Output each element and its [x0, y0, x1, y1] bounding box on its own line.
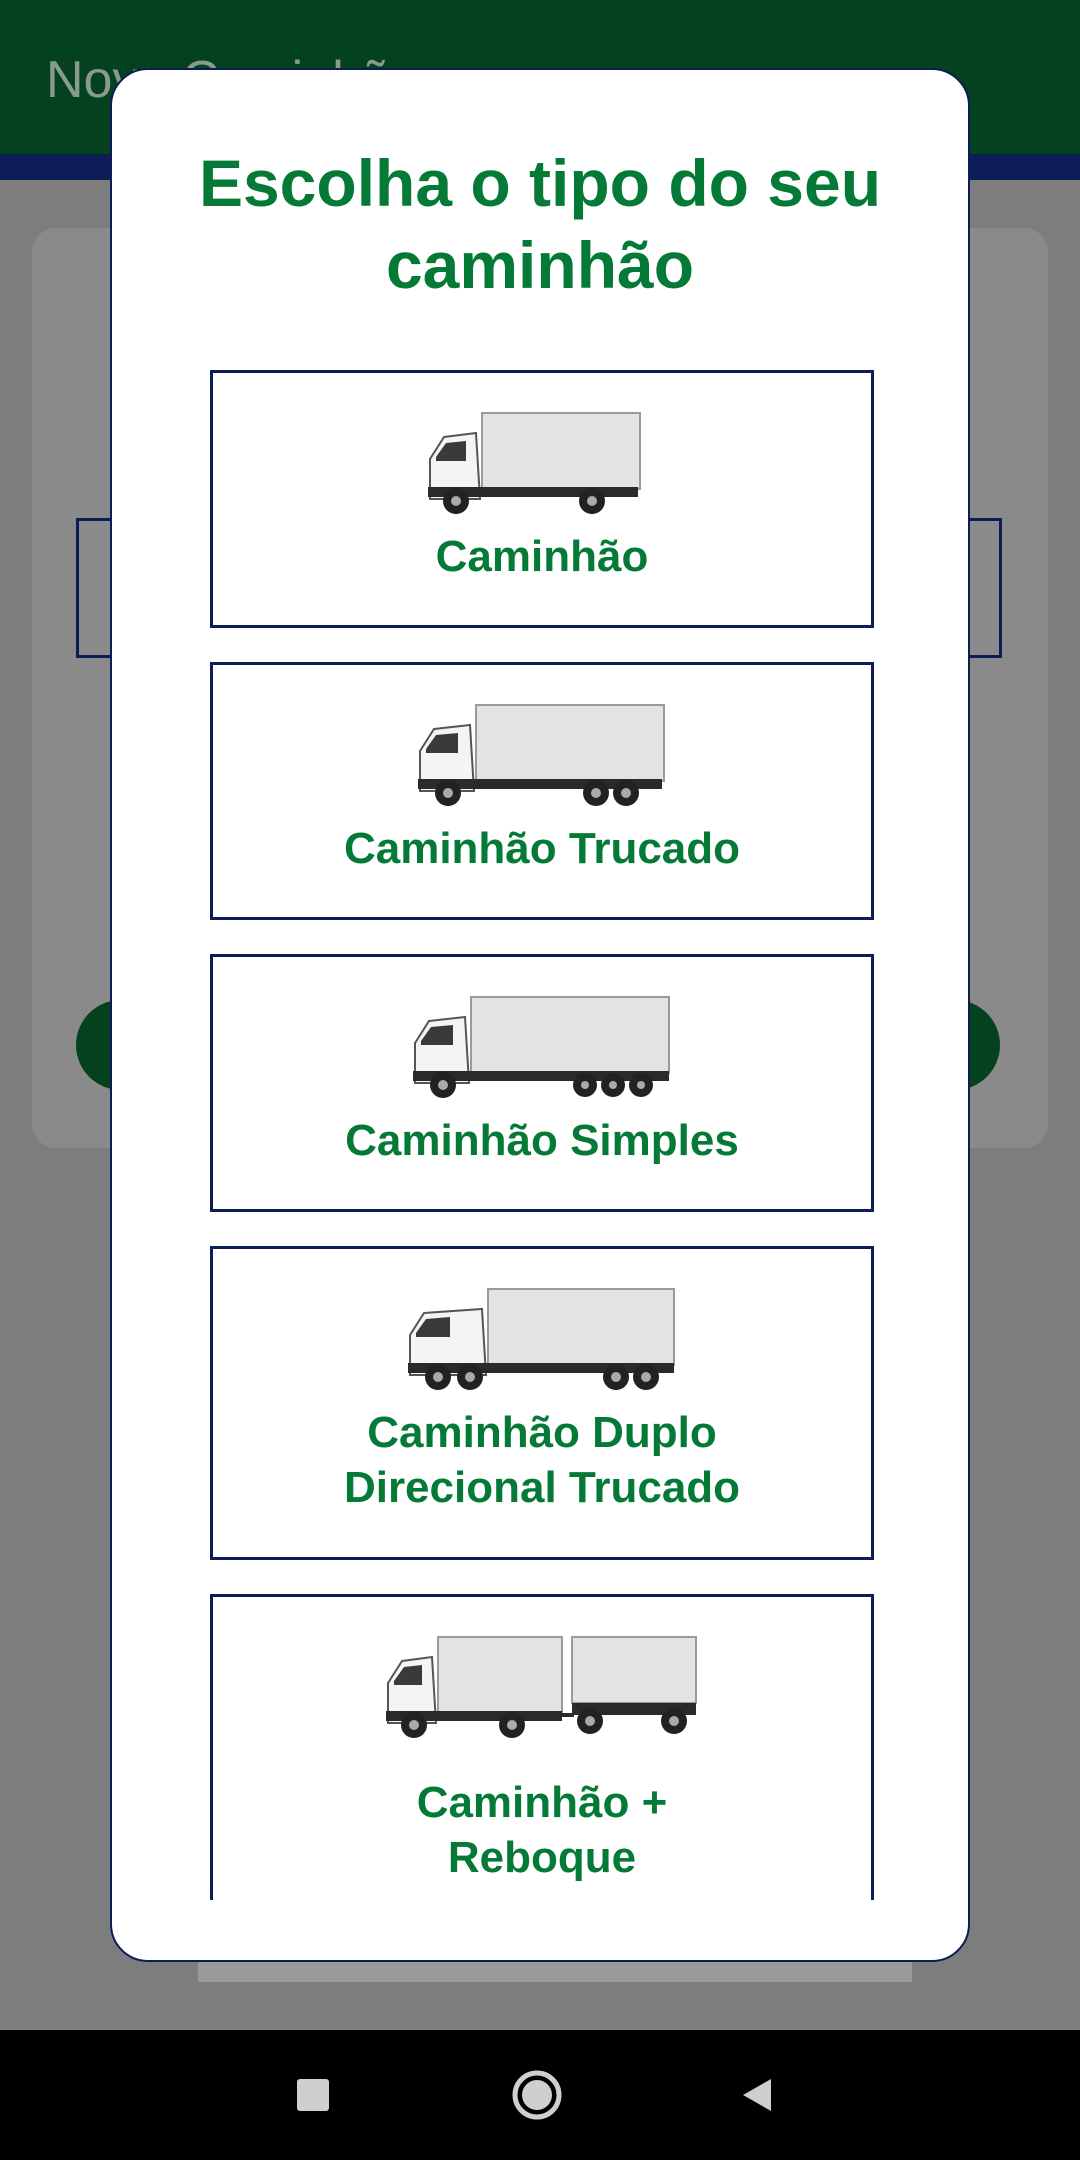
truck-option-label: Caminhão + Reboque — [416, 1778, 668, 1882]
triangle-back-icon — [743, 2079, 771, 2111]
truck-option-label: Caminhão — [435, 532, 649, 581]
truck-option-caminhao-trucado[interactable]: Caminhão Trucado — [210, 662, 874, 920]
truck-option-label: Caminhão Simples — [345, 1116, 739, 1165]
truck-simples-icon — [413, 996, 670, 1098]
background-strip — [198, 1960, 912, 1982]
truck-option-caminhao-simples[interactable]: Caminhão Simples — [210, 954, 874, 1212]
truck-icon — [428, 412, 641, 514]
recents-button[interactable] — [253, 2030, 373, 2160]
truck-option-label: Caminhão Duplo Direcional Trucado — [343, 1408, 741, 1512]
truck-option-caminhao-reboque[interactable]: Caminhão + Reboque — [210, 1594, 874, 1900]
circle-icon — [512, 2070, 562, 2120]
back-button[interactable] — [697, 2030, 817, 2160]
square-icon — [297, 2079, 329, 2111]
truck-type-dialog: Escolha o tipo do seu caminhão Caminhão — [110, 68, 970, 1962]
truck-trucado-icon — [418, 704, 665, 806]
truck-option-label: Caminhão Trucado — [343, 824, 741, 873]
truck-option-caminhao-duplo-direcional-trucado[interactable]: Caminhão Duplo Direcional Trucado — [210, 1246, 874, 1560]
home-button[interactable] — [477, 2030, 597, 2160]
truck-duplo-direcional-icon — [408, 1288, 675, 1390]
dialog-title: Escolha o tipo do seu caminhão — [198, 146, 882, 302]
truck-options-list[interactable]: Caminhão Caminhão Trucado Caminhão Simpl… — [210, 370, 874, 1900]
truck-option-caminhao[interactable]: Caminhão — [210, 370, 874, 628]
system-navigation-bar — [0, 2030, 1080, 2160]
truck-reboque-icon — [386, 1636, 697, 1738]
